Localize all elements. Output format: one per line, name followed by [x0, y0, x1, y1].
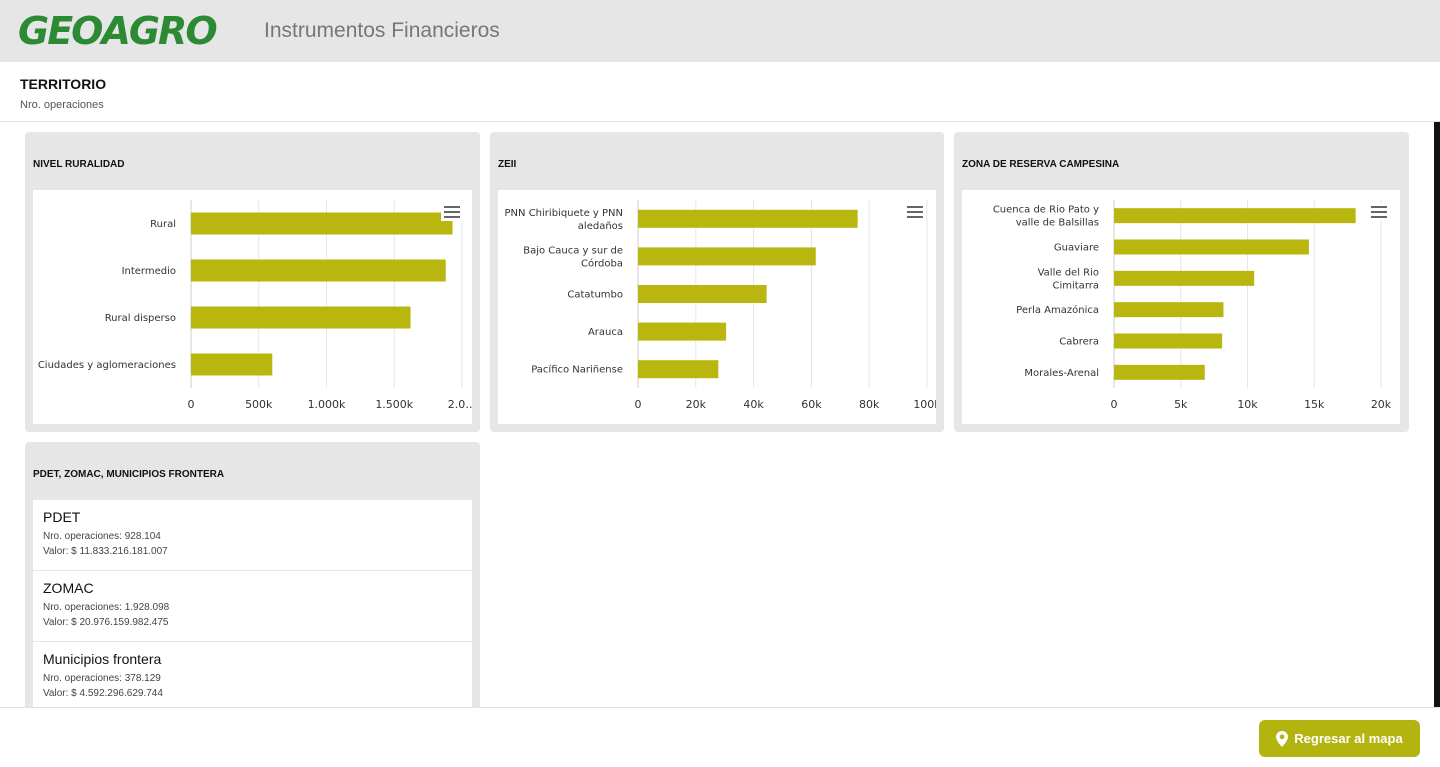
category-label: Ciudades y aglomeraciones	[38, 360, 176, 371]
section-title: TERRITORIO	[20, 76, 107, 92]
panel-pdet-zomac-frontera: PDET, ZOMAC, MUNICIPIOS FRONTERA PDET Nr…	[25, 442, 480, 707]
panel-zona-reserva-campesina: ZONA DE RESERVA CAMPESINA 0 5k 10k 15k 20k Cu…	[954, 132, 1409, 432]
panel-title: PDET, ZOMAC, MUNICIPIOS FRONTERA	[33, 469, 225, 480]
bar[interactable]	[638, 322, 727, 341]
logo-text: GEOAGRO	[18, 9, 218, 53]
x-tick-label: 10k	[1237, 398, 1258, 411]
x-tick-label: 15k	[1304, 398, 1325, 411]
section-subtitle: Nro. operaciones	[20, 99, 104, 111]
chart-zona-reserva-campesina: 0 5k 10k 15k 20k Cuenca de Rio Pato y valle de…	[962, 190, 1400, 424]
x-tick-label: 0	[188, 398, 195, 411]
panel-title: ZONA DE RESERVA CAMPESINA	[962, 159, 1120, 170]
category-label: Rural	[150, 219, 176, 230]
category-label: Guaviare	[1054, 243, 1099, 254]
dashboard-content[interactable]: NIVEL RURALIDAD 0 500k 1.000k 1.500k 2.0… Rur…	[0, 122, 1440, 707]
panel-title: NIVEL RURALIDAD	[33, 159, 125, 170]
panel-title: ZEII	[498, 159, 517, 170]
item-operations: Nro. operaciones: 378.129	[43, 673, 161, 684]
chart-menu-icon[interactable]	[1368, 203, 1390, 221]
category-label: Pacífico Nariñense	[531, 364, 623, 376]
bar[interactable]	[1114, 208, 1356, 224]
x-tick-label: 5k	[1174, 398, 1188, 411]
map-pin-icon	[1276, 730, 1289, 747]
bar[interactable]	[638, 247, 816, 266]
chart-zeii: 0 20k 40k 60k 80k 100k PNN Chiribiquete y PNNa…	[498, 190, 941, 424]
category-label: Cabrera	[1059, 337, 1099, 348]
top-bar: GEOAGRO Instrumentos Financieros	[0, 0, 1440, 62]
bar[interactable]	[638, 209, 858, 228]
bar[interactable]	[638, 285, 767, 303]
category-label: Catatumbo	[567, 290, 623, 301]
item-value: Valor: $ 4.592.296.629.744	[43, 688, 163, 699]
bar[interactable]	[191, 306, 411, 329]
item-value: Valor: $ 11.833.216.181.007	[43, 546, 168, 557]
territory-list: PDET Nro. operaciones: 928.104 Valor: $ …	[33, 500, 472, 707]
category-label: PNN Chiribiquete y PNN aledaños	[505, 208, 623, 232]
bar-chart-svg: 0 5k 10k 15k 20k Cuenca de Rio Pato y valle de…	[993, 200, 1392, 411]
x-tick-label: 1.000k	[308, 398, 346, 411]
x-tick-label: 0	[635, 398, 642, 411]
x-tick-label: 500k	[245, 398, 273, 411]
category-label: Cuenca de Rio Pato y valle de Balsillas	[993, 205, 1099, 229]
item-value: Valor: $ 20.976.159.982.475	[43, 617, 169, 628]
back-to-map-button[interactable]: Regresar al mapa	[1259, 720, 1420, 757]
x-tick-label: 80k	[859, 398, 880, 411]
bar[interactable]	[1114, 302, 1224, 318]
chart-nivel-ruralidad: 0 500k 1.000k 1.500k 2.0… Rural Intermedio Rura…	[33, 190, 476, 424]
x-tick-label: 20k	[686, 398, 707, 411]
bar-chart-svg: 0 500k 1.000k 1.500k 2.0… Rural Intermedio Rura…	[38, 200, 476, 411]
scrollbar[interactable]	[1434, 122, 1440, 707]
bar-chart-svg: 0 20k 40k 60k 80k 100k PNN Chiribiquete y PNNa…	[505, 200, 941, 411]
bar[interactable]	[1114, 333, 1223, 349]
list-item-zomac: ZOMAC Nro. operaciones: 1.928.098 Valor:…	[33, 571, 472, 642]
item-operations: Nro. operaciones: 1.928.098	[43, 602, 170, 613]
footer-bar: Regresar al mapa	[0, 707, 1440, 767]
category-label: Rural disperso	[105, 313, 176, 324]
category-label: Valle del Rio Cimitarra	[1038, 267, 1099, 291]
x-tick-label: 60k	[801, 398, 822, 411]
bar[interactable]	[1114, 239, 1309, 255]
category-label: Bajo Cauca y sur de Córdoba	[523, 245, 623, 269]
list-item-municipios-frontera: Municipios frontera Nro. operaciones: 37…	[33, 642, 472, 707]
bar[interactable]	[191, 259, 446, 282]
x-tick-label: 1.500k	[375, 398, 413, 411]
category-label: Perla Amazónica	[1016, 304, 1099, 316]
item-name: PDET	[43, 509, 81, 525]
back-button-label: Regresar al mapa	[1294, 731, 1403, 746]
category-label: Arauca	[588, 327, 623, 338]
x-tick-label: 40k	[743, 398, 764, 411]
chart-menu-icon[interactable]	[441, 203, 463, 221]
app-title: Instrumentos Financieros	[264, 19, 500, 42]
bar[interactable]	[1114, 270, 1255, 286]
bar[interactable]	[638, 360, 719, 379]
category-label: Intermedio	[122, 266, 176, 277]
item-operations: Nro. operaciones: 928.104	[43, 531, 161, 542]
x-tick-label: 20k	[1371, 398, 1392, 411]
bar[interactable]	[191, 353, 273, 376]
panel-zeii: ZEII 0 20k 40k 60k 80k 100k PNN Chiribiquete y…	[490, 132, 944, 432]
section-header: TERRITORIO Nro. operaciones	[0, 62, 1440, 122]
bar[interactable]	[1114, 364, 1205, 380]
x-tick-label: 100k	[913, 398, 936, 411]
item-name: ZOMAC	[43, 580, 94, 596]
category-label: Morales-Arenal	[1024, 368, 1099, 379]
bar[interactable]	[191, 212, 453, 235]
chart-menu-icon[interactable]	[904, 203, 926, 221]
x-tick-label: 0	[1111, 398, 1118, 411]
panel-nivel-ruralidad: NIVEL RURALIDAD 0 500k 1.000k 1.500k 2.0… Rur…	[25, 132, 480, 432]
list-item-pdet: PDET Nro. operaciones: 928.104 Valor: $ …	[33, 500, 472, 571]
x-tick-label: 2.0…	[448, 398, 472, 411]
item-name: Municipios frontera	[43, 651, 162, 667]
geoagro-logo[interactable]: GEOAGRO	[18, 11, 234, 51]
